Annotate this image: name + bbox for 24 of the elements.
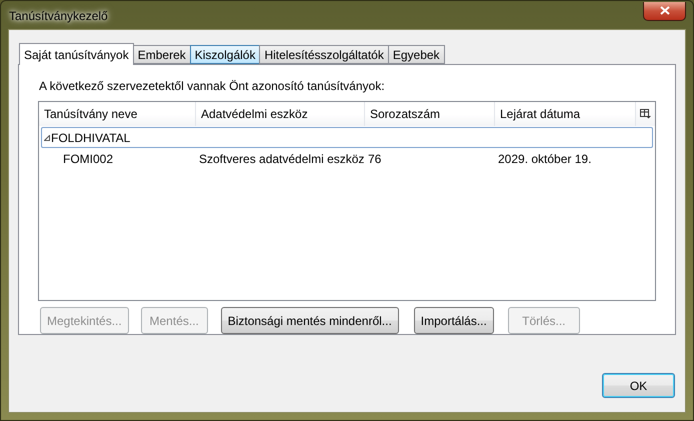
tab[interactable]: Hitelesítésszolgáltatók	[259, 45, 389, 64]
column-header[interactable]: Lejárat dátuma	[495, 102, 636, 126]
action-button[interactable]: Biztonsági mentés mindenről...	[220, 307, 399, 334]
table-cell-text: 76	[367, 152, 382, 166]
tab[interactable]: Emberek	[132, 45, 191, 64]
tab[interactable]: Egyebek	[388, 45, 445, 64]
expand-arrow-icon[interactable]	[44, 134, 50, 140]
action-button[interactable]: Importálás...	[414, 307, 494, 334]
close-button[interactable]	[643, 2, 686, 20]
tab[interactable]: Kiszolgálók	[190, 45, 260, 64]
table-cell-text: FOMI002	[62, 152, 114, 166]
table-cell-text: Szoftveres adatvédelmi eszköz	[198, 152, 365, 166]
ok-button[interactable]: OK	[602, 373, 675, 398]
close-icon	[660, 6, 670, 15]
group-row[interactable]: FOLDHIVATAL	[41, 127, 653, 148]
group-name: FOLDHIVATAL	[51, 130, 130, 144]
column-header[interactable]: Adatvédelmi eszköz	[196, 102, 365, 126]
intro-text: A következő szervezetektől vannak Önt azonosító tanúsítványok:	[38, 79, 386, 93]
column-picker-icon[interactable]	[640, 109, 651, 119]
tab[interactable]: Saját tanúsítványok	[19, 43, 134, 65]
table-cell-text: 2029. október 19.	[497, 152, 592, 166]
column-header[interactable]: Sorozatszám	[365, 102, 495, 126]
column-header[interactable]: Tanúsítvány neve	[39, 102, 196, 126]
window-title: Tanúsítványkezelő	[8, 9, 108, 23]
